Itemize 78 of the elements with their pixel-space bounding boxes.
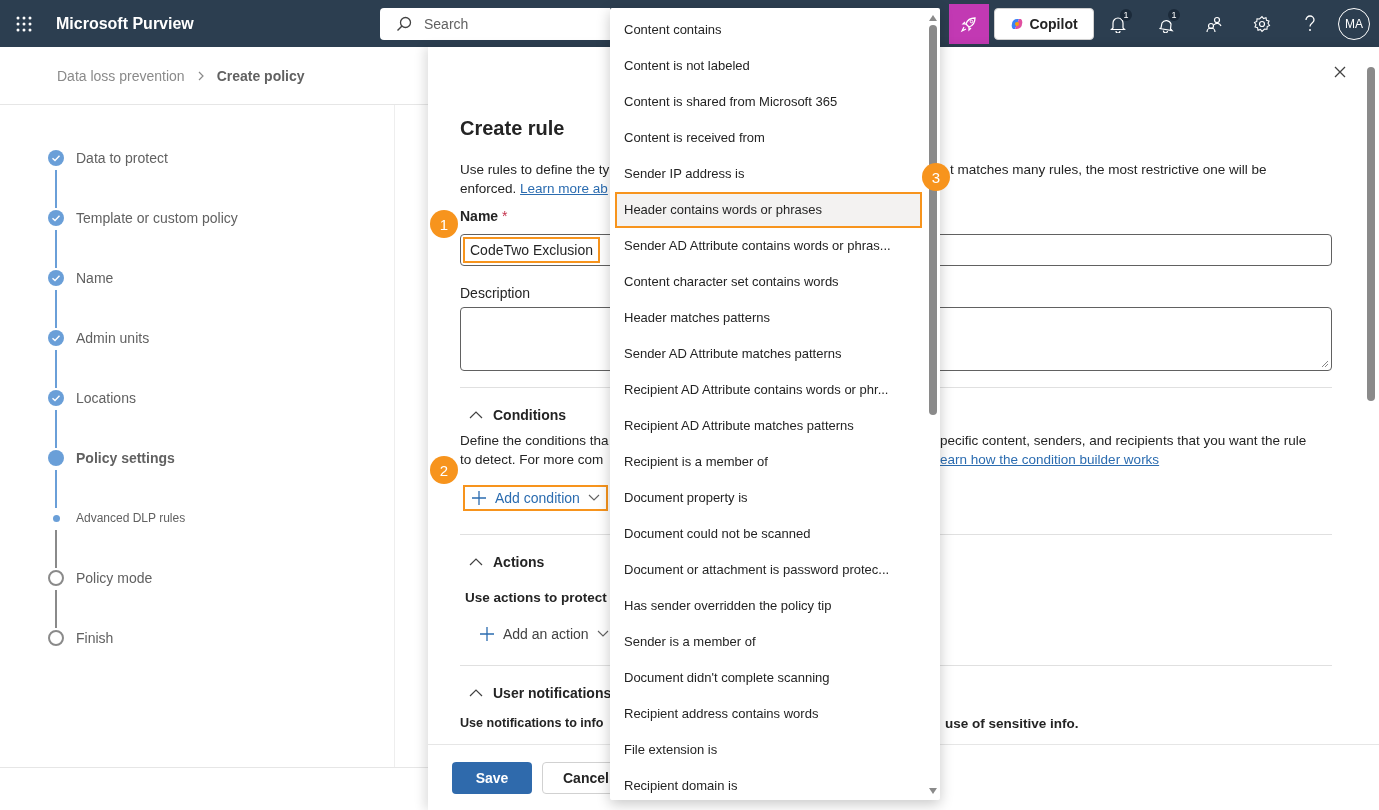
required-mark: * — [502, 208, 508, 224]
add-action-button[interactable]: Add an action — [471, 621, 617, 647]
step-label[interactable]: Policy settings — [76, 450, 175, 466]
section-text: Use notifications to info — [460, 715, 605, 732]
chevron-down-icon — [587, 494, 600, 502]
menu-item[interactable]: Document or attachment is password protec... — [615, 552, 922, 588]
chevron-icon[interactable] — [469, 689, 483, 697]
scroll-down-icon[interactable] — [929, 788, 937, 794]
search-icon — [396, 15, 412, 32]
section-text: Use actions to protect — [464, 589, 608, 607]
settings-icon[interactable] — [1253, 14, 1271, 33]
menu-item[interactable]: Header contains words or phrases — [615, 192, 922, 228]
step-label[interactable]: Data to protect — [76, 150, 168, 166]
step-label[interactable]: Finish — [76, 630, 114, 646]
section-text: use of sensitive info. — [944, 715, 1080, 733]
logo-icon — [1010, 16, 1025, 31]
notification-count: 1 — [1168, 8, 1180, 21]
description-text: to detect. For more com — [460, 451, 605, 469]
notification-count: 1 — [1120, 8, 1132, 21]
step-label[interactable]: Policy mode — [76, 570, 153, 586]
field-value: CodeTwo Exclusion — [463, 237, 600, 263]
menu-item[interactable]: Recipient AD Attribute matches patterns — [615, 408, 922, 444]
menu-item[interactable]: Recipient is a member of — [615, 444, 922, 480]
app-name[interactable]: Microsoft Purview — [56, 14, 194, 33]
scroll-up-icon[interactable] — [929, 15, 937, 21]
step-label[interactable]: Name — [76, 270, 114, 286]
rocket-button[interactable] — [949, 3, 989, 44]
step-label[interactable]: Advanced DLP rules — [76, 510, 186, 526]
chevron-icon[interactable] — [469, 411, 483, 419]
menu-item[interactable]: Document property is — [615, 480, 922, 516]
menu-item[interactable]: Document could not be scanned — [615, 516, 922, 552]
menu-item[interactable]: Content is not labeled — [615, 48, 922, 84]
breadcrumb-link[interactable]: Data loss prevention — [57, 67, 185, 84]
menu-item[interactable]: Content character set contains words — [615, 264, 922, 300]
copilot-button[interactable]: Copilot — [994, 7, 1094, 40]
step-label[interactable]: Template or custom policy — [76, 210, 238, 226]
menu-item[interactable]: Sender IP address is — [615, 156, 922, 192]
menu-item[interactable]: Content is received from — [615, 120, 922, 156]
menu-item[interactable]: Sender AD Attribute matches patterns — [615, 336, 922, 372]
field-label: Description — [460, 284, 532, 303]
menu-item[interactable]: Sender is a member of — [615, 624, 922, 660]
bell-icon[interactable] — [1109, 14, 1127, 33]
section-title[interactable]: User notifications — [493, 685, 612, 701]
help-link[interactable]: earn how the condition builder works — [940, 450, 1332, 469]
close-icon[interactable] — [1334, 66, 1346, 78]
description-text: Define the conditions tha — [460, 432, 610, 450]
description-text: enforced. — [460, 181, 517, 196]
field-label: Name — [460, 208, 499, 224]
menu-item[interactable]: Header matches patterns — [615, 300, 922, 336]
menu-item[interactable]: Recipient AD Attribute contains words or phr... — [615, 372, 922, 408]
menu-item[interactable]: Has sender overridden the policy tip — [615, 588, 922, 624]
menu-item[interactable]: Content contains — [615, 12, 922, 48]
search-field[interactable]: Search — [380, 7, 610, 40]
chevron-icon[interactable] — [469, 558, 483, 566]
save-button[interactable]: Save — [452, 761, 532, 794]
section-title[interactable]: Actions — [493, 554, 545, 570]
description-text: Use rules to define the ty — [460, 161, 610, 179]
chevron-down-icon — [596, 630, 609, 638]
resize-grip-icon[interactable] — [1321, 360, 1329, 368]
description-text: pecific content, senders, and recipients that you want the rule — [940, 432, 1308, 450]
step-label[interactable]: Locations — [76, 390, 136, 406]
chevron-right-icon — [196, 70, 205, 81]
plus-icon — [471, 490, 487, 506]
step-label[interactable]: Admin units — [76, 330, 150, 346]
people-icon[interactable] — [1205, 14, 1223, 33]
panel-title: Create rule — [460, 116, 565, 141]
section-title[interactable]: Conditions — [493, 407, 567, 423]
menu-item[interactable]: Content is shared from Microsoft 365 — [615, 84, 922, 120]
menu-item[interactable]: Document didn't complete scanning — [615, 660, 922, 696]
description-text: t matches many rules, the most restrictive one will be — [949, 161, 1268, 179]
plus-icon — [479, 626, 495, 642]
menu-item[interactable]: Sender AD Attribute contains words or phras... — [615, 228, 922, 264]
menu-item[interactable]: Recipient address contains words — [615, 696, 922, 732]
help-icon[interactable] — [1303, 14, 1317, 33]
app-launcher-icon[interactable] — [16, 15, 32, 32]
learn-more-link[interactable]: Learn more ab — [520, 181, 608, 196]
add-condition-button[interactable]: Add condition — [463, 485, 608, 511]
rocket-icon — [960, 14, 978, 33]
